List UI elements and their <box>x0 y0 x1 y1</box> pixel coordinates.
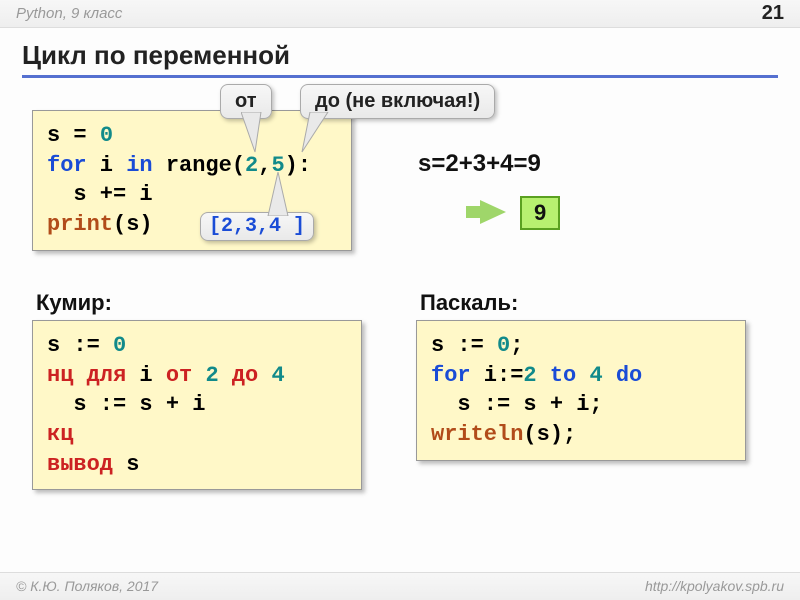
footer-right: http://kpolyakov.spb.ru <box>645 578 784 595</box>
slide-footer: © К.Ю. Поляков, 2017 http://kpolyakov.sp… <box>0 572 800 600</box>
pascal-code-box: s := 0; for i:=2 to 4 do s := s + i; wri… <box>416 320 746 461</box>
result-box: 9 <box>520 196 560 230</box>
sum-expression: s=2+3+4=9 <box>418 150 541 178</box>
range-values-pointer <box>260 172 300 216</box>
callout-to-pointer <box>300 112 330 160</box>
kumir-heading: Кумир: <box>36 290 112 316</box>
header-left: Python, 9 класс <box>16 5 122 22</box>
slide-title: Цикл по переменной <box>22 40 778 78</box>
slide-header: Python, 9 класс 21 <box>0 0 800 28</box>
callout-from-pointer <box>241 112 271 160</box>
range-values-annotation: [2,3,4 ] <box>200 212 314 241</box>
result-arrow-icon <box>480 200 506 224</box>
page-number: 21 <box>762 2 784 25</box>
pascal-heading: Паскаль: <box>420 290 518 316</box>
kumir-code-box: s := 0 нц для i от 2 до 4 s := s + i кц … <box>32 320 362 490</box>
footer-left: © К.Ю. Поляков, 2017 <box>16 578 158 595</box>
